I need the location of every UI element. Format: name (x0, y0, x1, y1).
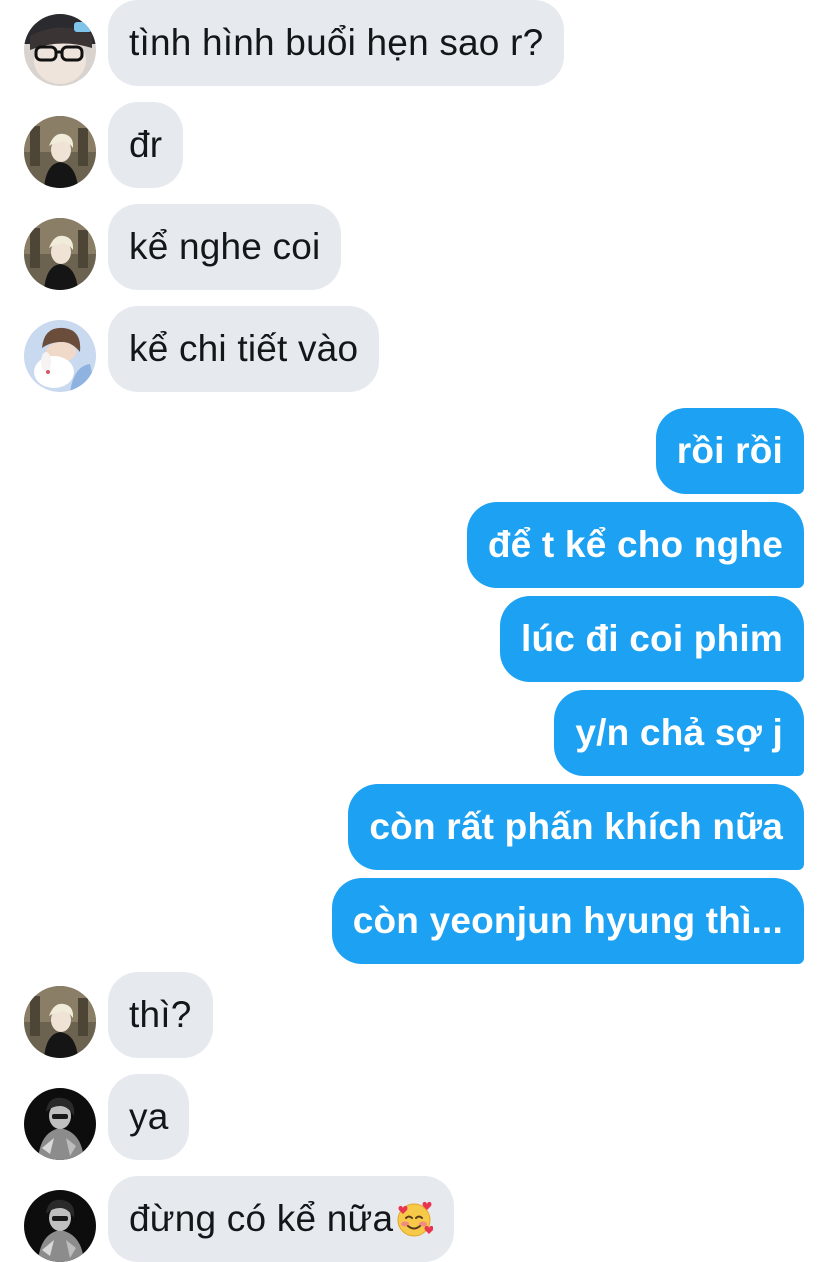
message-text: còn rất phấn khích nữa (369, 806, 783, 847)
message-text: y/n chả sợ j (575, 712, 783, 753)
avatar[interactable] (24, 1190, 96, 1262)
avatar-dark-icon (24, 1190, 96, 1262)
message-bubble[interactable]: đr (108, 102, 184, 188)
message-bubble[interactable]: kể nghe coi (108, 204, 342, 290)
message-bubble[interactable]: đừng có kể nữa (108, 1176, 455, 1262)
message-text: thì? (129, 994, 192, 1035)
avatar-dark-icon (24, 1088, 96, 1160)
message-text: đừng có kể nữa (129, 1198, 394, 1239)
message-bubble-outgoing[interactable]: rồi rồi (655, 408, 804, 494)
message-text: kể chi tiết vào (129, 328, 359, 369)
message-text: rồi rồi (676, 430, 783, 471)
message-bubble-outgoing[interactable]: y/n chả sợ j (554, 690, 804, 776)
message-bubble[interactable]: tình hình buổi hẹn sao r? (108, 0, 565, 86)
message-text: tình hình buổi hẹn sao r? (129, 22, 544, 63)
avatar-blond-icon (24, 218, 96, 290)
smiling-face-with-hearts-icon (395, 1200, 434, 1238)
message-bubble-outgoing[interactable]: lúc đi coi phim (499, 596, 804, 682)
avatar[interactable] (24, 218, 96, 290)
avatar-blond-icon (24, 986, 96, 1058)
message-bubble-outgoing[interactable]: còn yeonjun hyung thì... (331, 878, 804, 964)
avatar[interactable] (24, 986, 96, 1058)
message-text: lúc đi coi phim (520, 618, 783, 659)
message-bubble[interactable]: ya (108, 1074, 190, 1160)
message-bubble-outgoing[interactable]: còn rất phấn khích nữa (348, 784, 804, 870)
avatar[interactable] (24, 320, 96, 392)
message-bubble-outgoing[interactable]: để t kể cho nghe (466, 502, 804, 588)
avatar[interactable] (24, 14, 96, 86)
message-text: ya (129, 1096, 169, 1137)
avatar-bunny-icon (24, 320, 96, 392)
avatar-glasses-icon (24, 14, 96, 86)
message-text: đr (129, 124, 163, 165)
message-text: kể nghe coi (129, 226, 321, 267)
message-text: để t kể cho nghe (487, 524, 783, 565)
avatar-blond-icon (24, 116, 96, 188)
message-bubble[interactable]: thì? (108, 972, 213, 1058)
message-text: còn yeonjun hyung thì... (352, 900, 783, 941)
avatar[interactable] (24, 1088, 96, 1160)
message-bubble[interactable]: kể chi tiết vào (108, 306, 380, 392)
avatar[interactable] (24, 116, 96, 188)
